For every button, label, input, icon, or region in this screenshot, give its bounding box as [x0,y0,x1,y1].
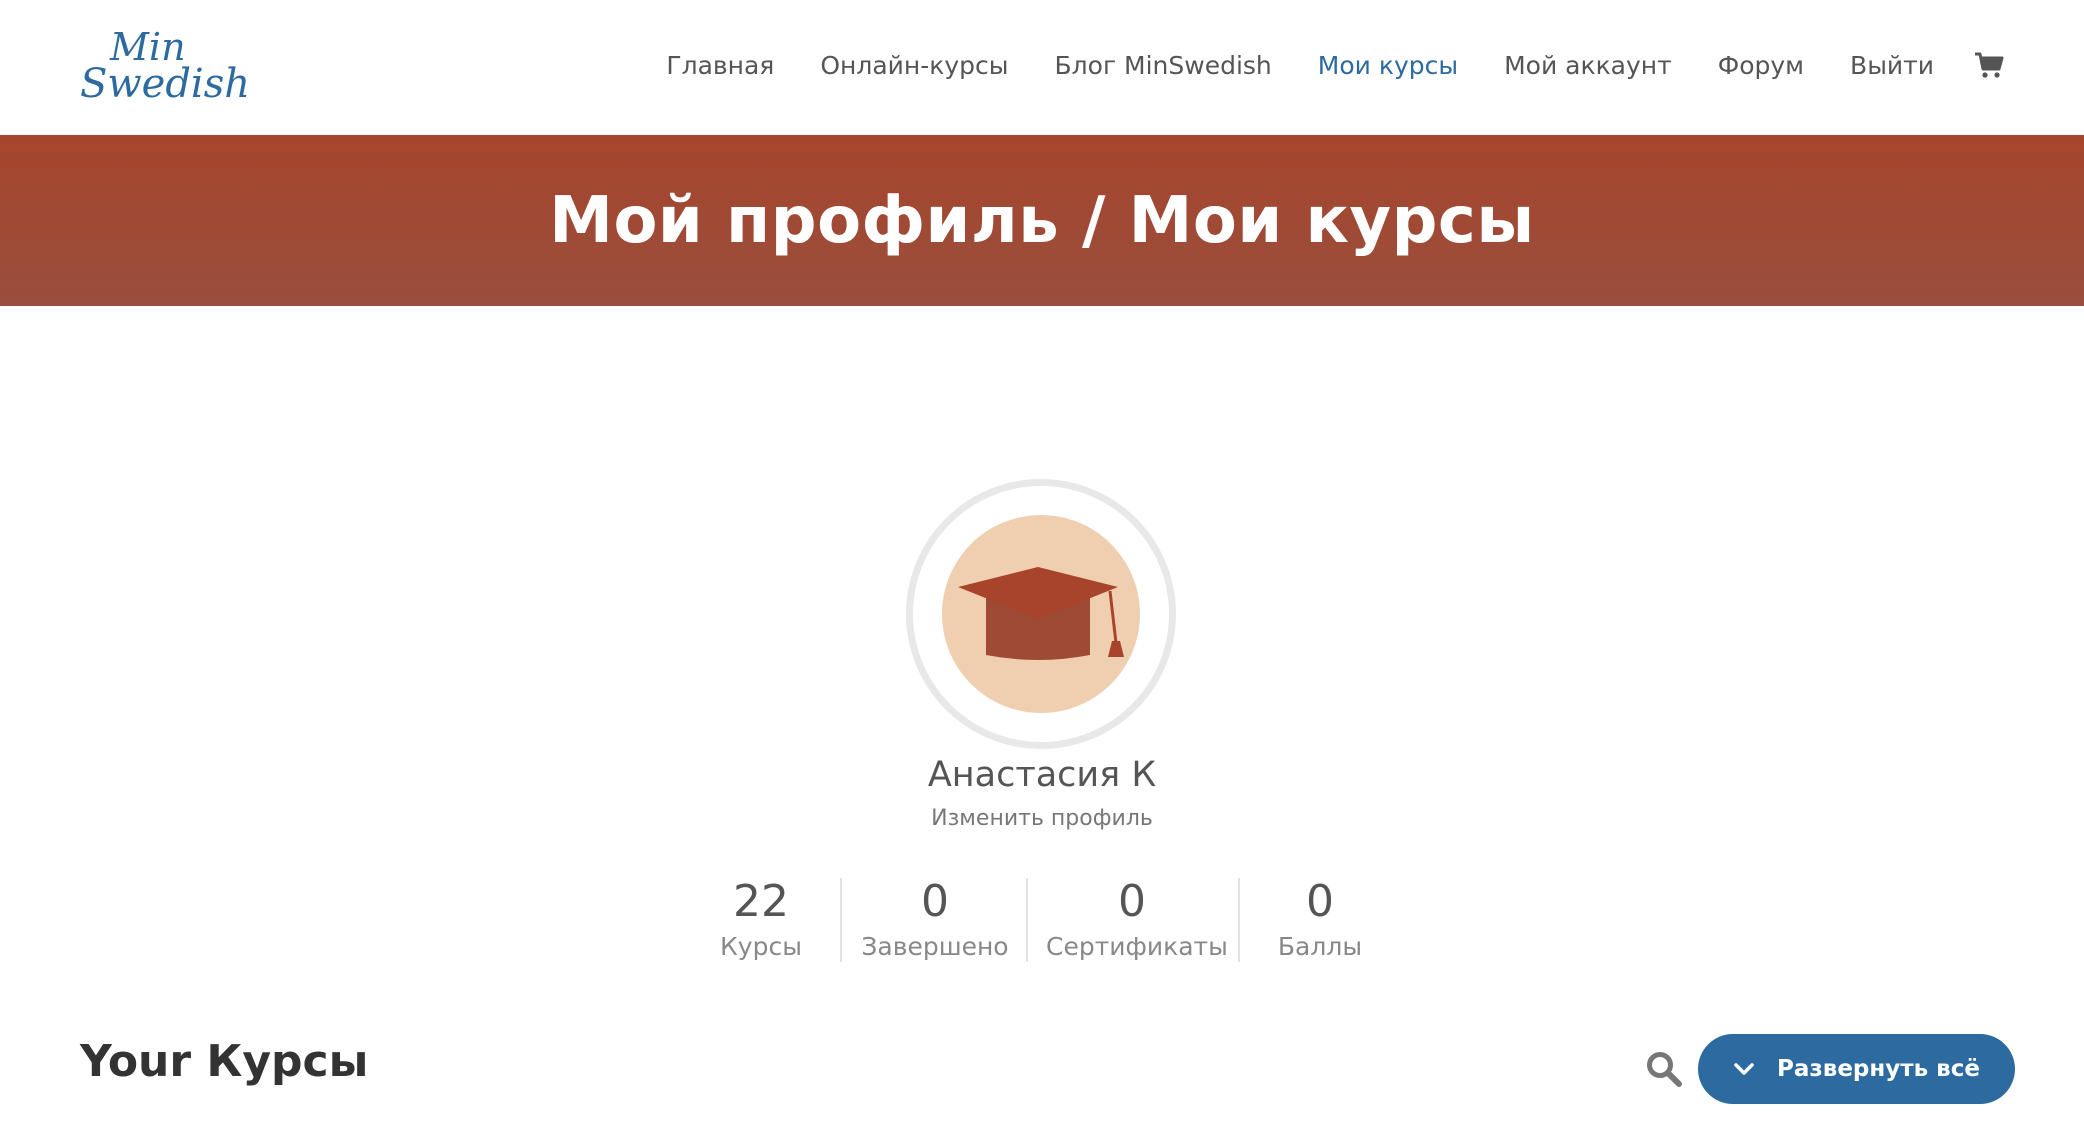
stat-points-label: Баллы [1277,932,1363,961]
logo-line2: Swedish [80,61,250,107]
nav-item-logout[interactable]: Выйти [1850,51,1934,80]
stat-divider [1026,878,1028,962]
expand-all-label: Развернуть всё [1777,1056,1980,1082]
page-title: Мой профиль / Мои курсы [549,183,1535,258]
chevron-down-icon [1734,1063,1754,1075]
nav-item-my-account[interactable]: Мой аккаунт [1504,51,1672,80]
search-icon[interactable] [1645,1050,1683,1088]
stat-divider [840,878,842,962]
edit-profile-link[interactable]: Изменить профиль [0,806,2084,831]
stat-points: 0 Баллы [1268,875,1372,965]
main-nav: Главная Онлайн-курсы Блог MinSwedish Мои… [620,0,2084,130]
stat-completed-label: Завершено [861,932,1009,961]
profile-stats: 22 Курсы 0 Завершено 0 Сертификаты 0 Бал… [0,875,2084,965]
site-header: Min Swedish Главная Онлайн-курсы Блог Mi… [0,0,2084,135]
stat-certificates-label: Сертификаты [1046,932,1228,961]
stat-completed-value: 0 [921,876,949,927]
site-logo[interactable]: Min Swedish [80,24,250,104]
stat-courses: 22 Курсы [710,875,812,965]
nav-item-my-courses[interactable]: Мои курсы [1318,51,1458,80]
expand-all-button[interactable]: Развернуть всё [1698,1034,2015,1104]
avatar-circle [942,515,1140,713]
stat-courses-value: 22 [733,876,789,927]
stat-points-value: 0 [1306,876,1334,927]
stat-divider [1238,878,1240,962]
avatar [906,479,1176,749]
stat-certificates-value: 0 [1118,876,1146,927]
nav-item-blog[interactable]: Блог MinSwedish [1055,51,1272,80]
profile-name: Анастасия К [927,755,1157,795]
shopping-cart-icon[interactable] [1974,51,2004,79]
stat-completed: 0 Завершено [860,875,1010,965]
nav-item-forum[interactable]: Форум [1718,51,1804,80]
page-banner: Мой профиль / Мои курсы [0,135,2084,306]
graduation-cap-icon [958,567,1124,660]
stat-certificates: 0 Сертификаты [1046,875,1228,965]
nav-item-online-courses[interactable]: Онлайн-курсы [820,51,1008,80]
stat-courses-label: Курсы [720,932,802,961]
courses-section-title: Your Курсы [80,1036,369,1087]
nav-item-home[interactable]: Главная [666,51,774,80]
